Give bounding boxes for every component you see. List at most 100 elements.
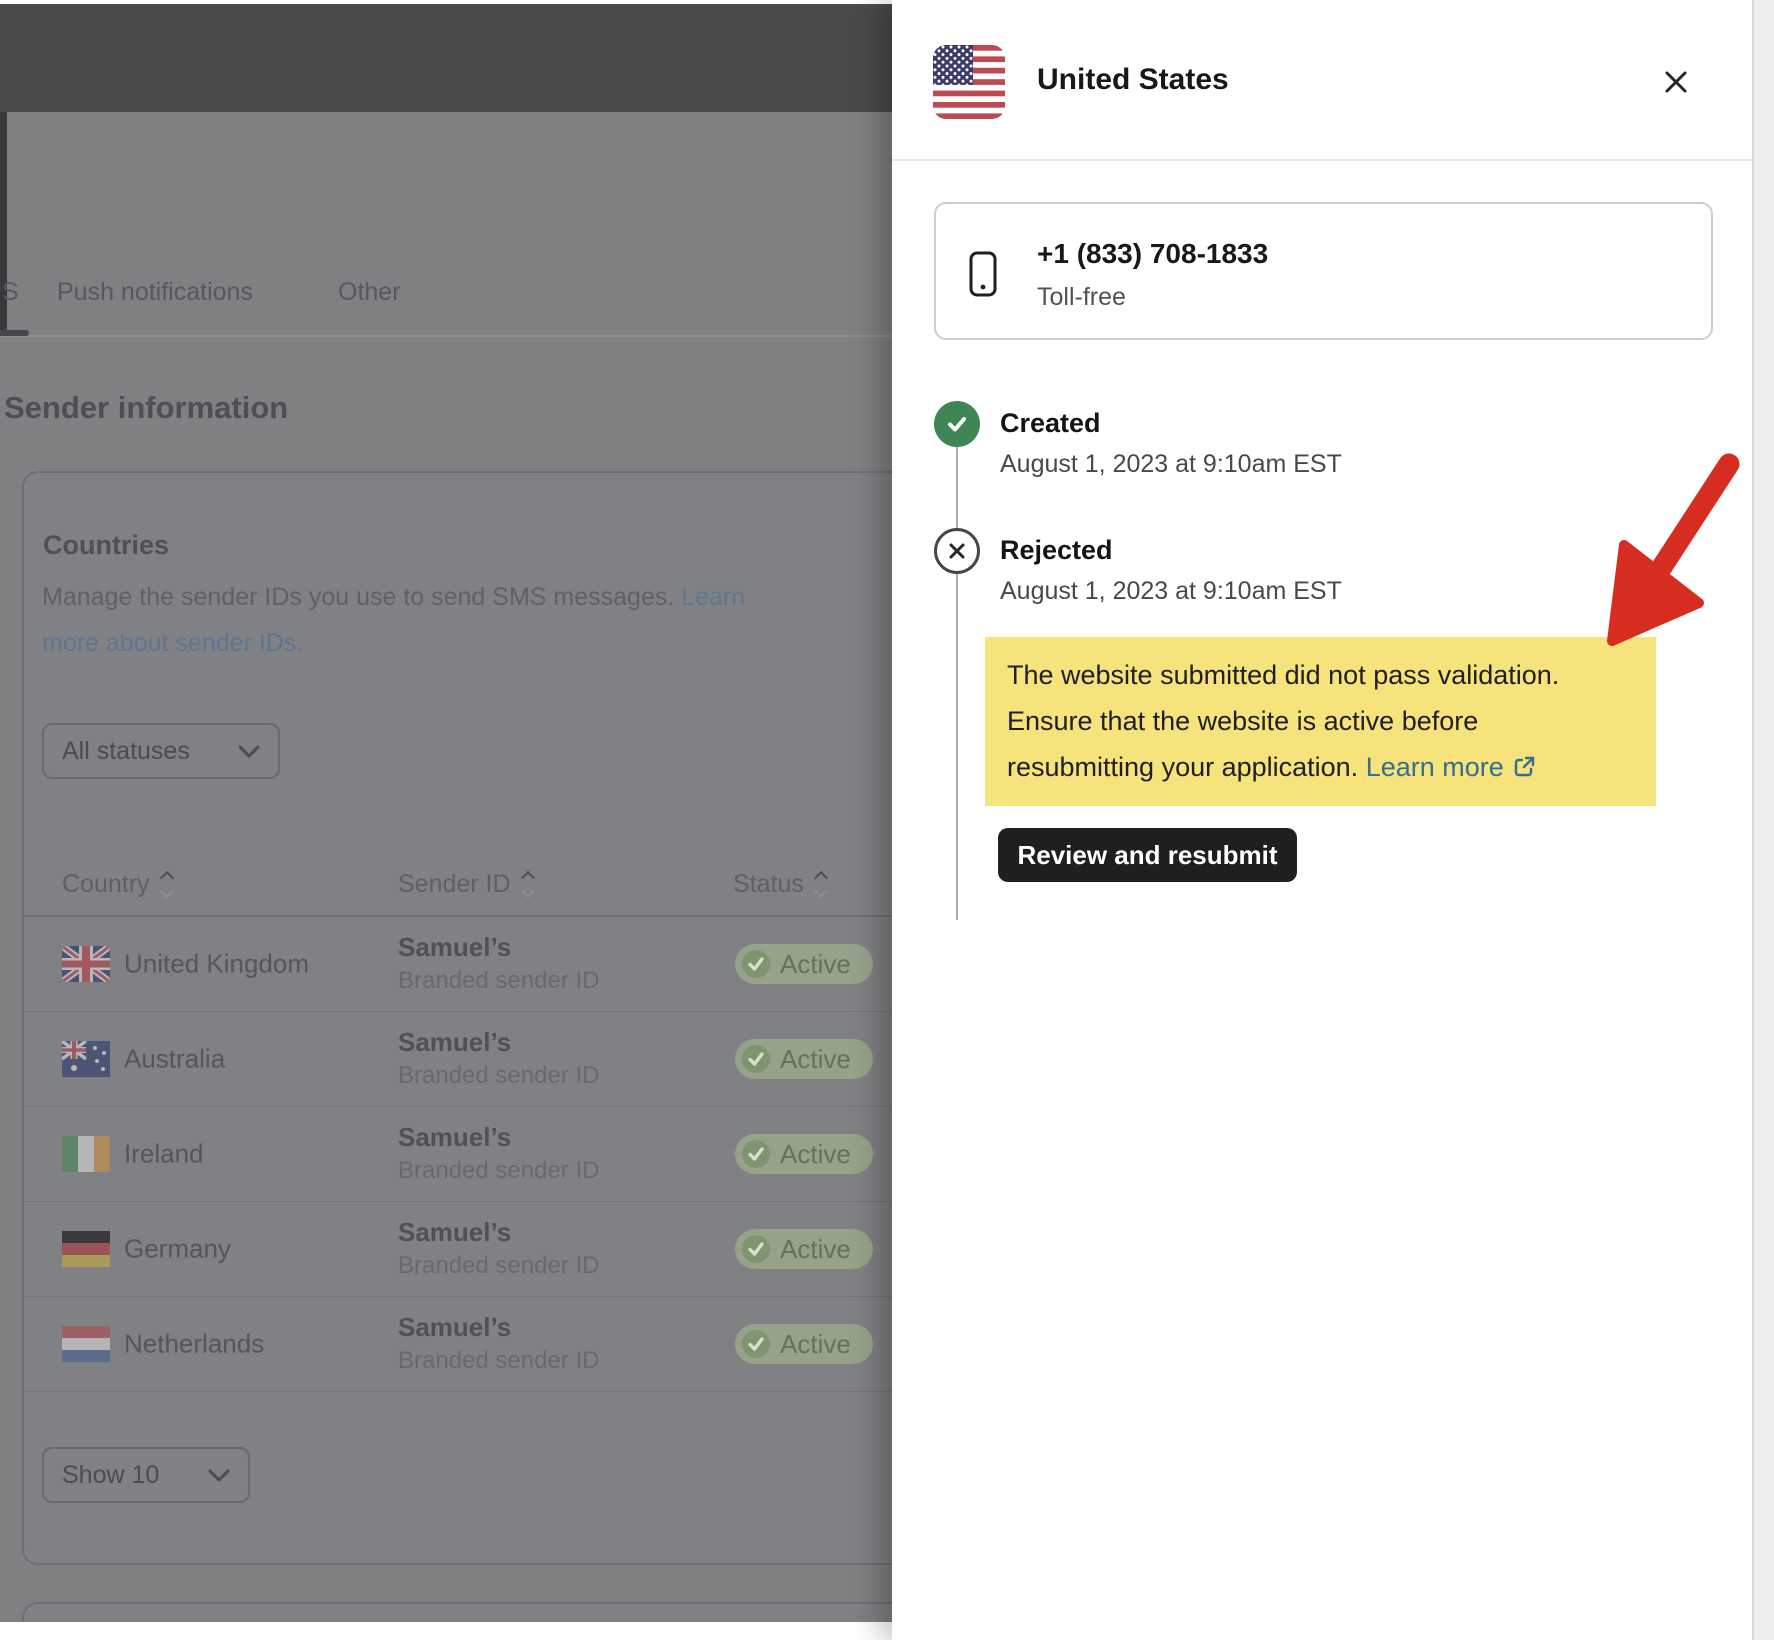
status-badge: Active — [735, 1324, 873, 1364]
page-bottom-strip — [0, 1622, 892, 1640]
status-label: Active — [780, 1044, 851, 1075]
rejection-message-line1: The website submitted did not pass valid… — [1007, 652, 1656, 698]
country-name: Australia — [124, 1044, 225, 1075]
sort-icon — [162, 873, 172, 896]
screen: S Push notifications Other Sender inform… — [0, 0, 1774, 1640]
us-flag-icon — [933, 45, 1005, 119]
sender-ids-link[interactable]: Learn — [681, 583, 745, 611]
sender-id-cell: Samuel’s Branded sender ID — [398, 1119, 599, 1187]
sender-id-header-label: Sender ID — [398, 870, 511, 899]
column-header-country[interactable]: Country — [62, 870, 172, 899]
status-label: Active — [780, 1139, 851, 1170]
rejection-message-text: resubmitting your application. — [1007, 752, 1366, 782]
timeline-connector — [956, 447, 958, 920]
status-filter-select[interactable]: All statuses — [42, 723, 280, 779]
status-badge: Active — [735, 944, 873, 984]
status-badge: Active — [735, 1229, 873, 1269]
sender-id-name: Samuel’s — [398, 1309, 599, 1345]
close-button[interactable] — [1654, 60, 1698, 104]
tab-other[interactable]: Other — [338, 278, 401, 307]
country-flag-icon — [62, 1231, 110, 1267]
page-edge-strip — [1752, 0, 1774, 1640]
country-detail-panel: United States +1 (833) 708-1833 Toll-fre… — [892, 0, 1752, 1640]
column-header-sender-id[interactable]: Sender ID — [398, 870, 533, 899]
table-row[interactable]: Ireland Samuel’s Branded sender ID Activ… — [22, 1107, 892, 1202]
country-header-label: Country — [62, 870, 150, 899]
table-row[interactable]: Netherlands Samuel’s Branded sender ID A… — [22, 1297, 892, 1392]
active-tab-underline — [0, 330, 29, 336]
phone-number: +1 (833) 708-1833 — [1037, 238, 1268, 270]
description-text: Manage the sender IDs you use to send SM… — [42, 583, 681, 611]
app-top-bar — [0, 4, 892, 112]
rejection-reason-highlight: The website submitted did not pass valid… — [985, 637, 1656, 806]
phone-number-card — [934, 202, 1713, 340]
timeline-rejected-date: August 1, 2023 at 9:10am EST — [1000, 577, 1342, 606]
sender-id-type: Branded sender ID — [398, 1155, 599, 1187]
sender-id-type: Branded sender ID — [398, 1250, 599, 1282]
rejected-status-icon — [934, 528, 980, 574]
sort-icon — [816, 873, 826, 896]
sender-id-cell: Samuel’s Branded sender ID — [398, 929, 599, 997]
panel-title: United States — [1037, 63, 1229, 97]
page-size-select[interactable]: Show 10 — [42, 1447, 250, 1503]
tabs-divider — [0, 335, 892, 337]
country-name: Germany — [124, 1234, 231, 1265]
check-circle-icon — [742, 1330, 770, 1358]
sender-id-name: Samuel’s — [398, 929, 599, 965]
table-row[interactable]: United Kingdom Samuel’s Branded sender I… — [22, 917, 892, 1012]
status-filter-value: All statuses — [62, 737, 190, 766]
sender-id-name: Samuel’s — [398, 1119, 599, 1155]
countries-description: Manage the sender IDs you use to send SM… — [42, 583, 745, 612]
check-circle-icon — [742, 950, 770, 978]
sender-ids-link-line2[interactable]: more about sender IDs. — [42, 629, 303, 657]
country-name: United Kingdom — [124, 949, 309, 980]
check-circle-icon — [742, 1235, 770, 1263]
sender-id-name: Samuel’s — [398, 1024, 599, 1060]
country-flag-icon — [62, 1136, 110, 1172]
created-status-icon — [934, 401, 980, 447]
status-label: Active — [780, 949, 851, 980]
phone-type-label: Toll-free — [1037, 283, 1126, 312]
background-page: S Push notifications Other Sender inform… — [0, 0, 892, 1640]
timeline-created-date: August 1, 2023 at 9:10am EST — [1000, 450, 1342, 479]
status-badge: Active — [735, 1039, 873, 1079]
column-header-status[interactable]: Status — [733, 870, 826, 899]
check-circle-icon — [742, 1140, 770, 1168]
table-row[interactable]: Australia Samuel’s Branded sender ID Act… — [22, 1012, 892, 1107]
sender-id-cell: Samuel’s Branded sender ID — [398, 1214, 599, 1282]
country-name: Netherlands — [124, 1329, 264, 1360]
sender-id-cell: Samuel’s Branded sender ID — [398, 1309, 599, 1377]
status-label: Active — [780, 1234, 851, 1265]
timeline-created-label: Created — [1000, 408, 1101, 439]
sender-id-cell: Samuel’s Branded sender ID — [398, 1024, 599, 1092]
sender-id-type: Branded sender ID — [398, 965, 599, 997]
sender-id-name: Samuel’s — [398, 1214, 599, 1250]
rejection-message-line2: Ensure that the website is active before — [1007, 698, 1656, 744]
country-flag-icon — [62, 1326, 110, 1362]
page-size-value: Show 10 — [62, 1461, 159, 1490]
country-flag-icon — [62, 946, 110, 982]
external-link-icon — [1512, 755, 1536, 779]
panel-header-divider — [892, 159, 1752, 161]
chevron-down-icon — [238, 744, 260, 759]
rejection-message-line3: resubmitting your application. Learn mor… — [1007, 744, 1656, 790]
countries-heading: Countries — [43, 530, 169, 561]
status-header-label: Status — [733, 870, 804, 899]
countries-description-line2: more about sender IDs. — [42, 629, 303, 658]
status-badge: Active — [735, 1134, 873, 1174]
tab-sms[interactable]: S — [2, 278, 19, 307]
tab-push-notifications[interactable]: Push notifications — [57, 278, 253, 307]
sort-icon — [523, 873, 533, 896]
learn-more-link[interactable]: Learn more — [1366, 752, 1504, 782]
page-title: Sender information — [4, 390, 288, 426]
status-label: Active — [780, 1329, 851, 1360]
country-name: Ireland — [124, 1139, 204, 1170]
x-icon — [947, 541, 967, 561]
check-circle-icon — [742, 1045, 770, 1073]
table-row[interactable]: Germany Samuel’s Branded sender ID Activ… — [22, 1202, 892, 1297]
sender-id-type: Branded sender ID — [398, 1345, 599, 1377]
close-icon — [1660, 66, 1692, 98]
review-and-resubmit-button[interactable]: Review and resubmit — [998, 828, 1297, 882]
sender-id-type: Branded sender ID — [398, 1060, 599, 1092]
timeline-rejected-label: Rejected — [1000, 535, 1113, 566]
